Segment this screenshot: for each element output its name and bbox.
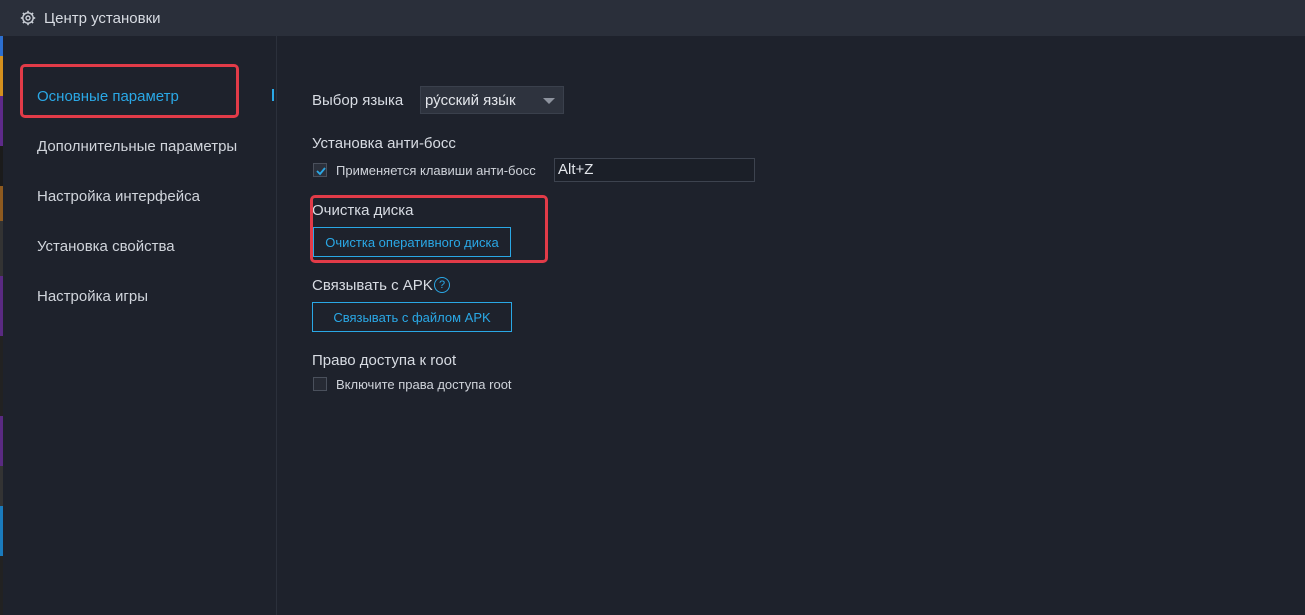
link-apk-button[interactable]: Связывать с файлом APK bbox=[312, 302, 512, 332]
sidebar: Основные параметр Дополнительные парамет… bbox=[3, 36, 277, 615]
apk-heading: Связывать с APK bbox=[312, 277, 433, 294]
window-title: Центр установки bbox=[44, 9, 161, 27]
root-checkbox[interactable] bbox=[313, 377, 327, 391]
sidebar-item-interface[interactable]: Настройка интерфейса bbox=[37, 188, 200, 205]
sidebar-item-game[interactable]: Настройка игры bbox=[37, 288, 148, 305]
sidebar-item-advanced[interactable]: Дополнительные параметры bbox=[37, 138, 237, 155]
chevron-down-icon bbox=[543, 98, 555, 104]
antiboss-hotkey-input[interactable]: Alt+Z bbox=[554, 158, 755, 182]
root-checkbox-label: Включите права доступа root bbox=[336, 377, 512, 392]
antiboss-checkbox[interactable] bbox=[313, 163, 327, 177]
gear-icon bbox=[20, 10, 36, 26]
antiboss-heading: Установка анти-босс bbox=[312, 135, 456, 152]
language-select[interactable]: ру́сский язы́к bbox=[420, 86, 564, 114]
root-heading: Право доступа к root bbox=[312, 352, 457, 369]
language-selected: ру́сский язы́к bbox=[425, 91, 516, 109]
check-icon bbox=[316, 167, 326, 176]
language-label: Выбор языка bbox=[312, 92, 404, 109]
antiboss-checkbox-label: Применяется клавиши анти-босс bbox=[336, 163, 536, 178]
highlight-box-sidebar bbox=[20, 64, 239, 118]
sidebar-item-properties[interactable]: Установка свойства bbox=[37, 238, 175, 255]
help-icon[interactable]: ? bbox=[434, 277, 450, 293]
active-tab-marker bbox=[272, 89, 274, 101]
title-bar: Центр установки bbox=[0, 0, 1305, 36]
highlight-box-disk bbox=[310, 195, 548, 263]
